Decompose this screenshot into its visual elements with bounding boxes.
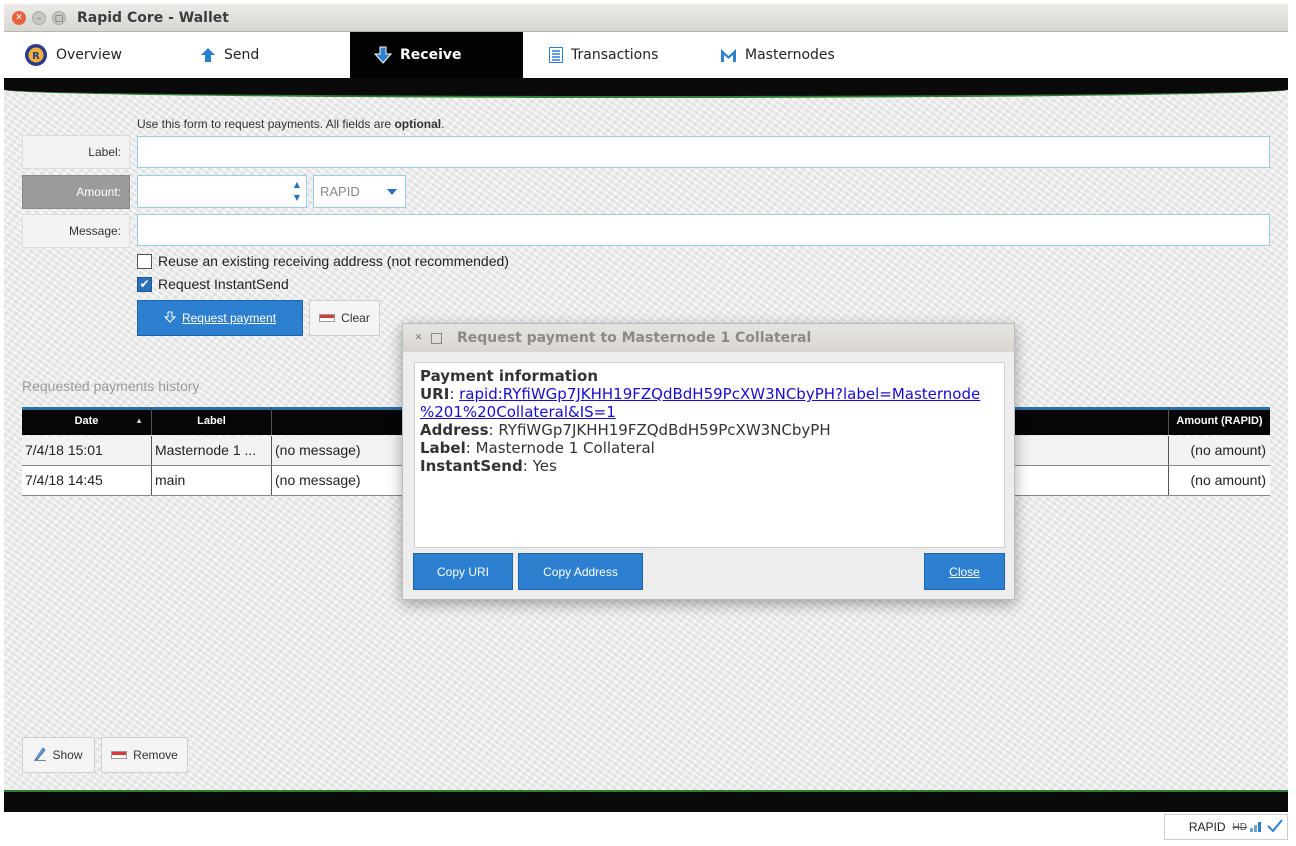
tab-receive[interactable]: Receive [350, 32, 523, 78]
list-icon [549, 47, 563, 63]
label-value: Masternode 1 Collateral [475, 439, 655, 457]
address-label: Address [420, 421, 489, 439]
arrow-down-icon [374, 46, 392, 64]
dialog-title: Request payment to Masternode 1 Collater… [457, 330, 812, 346]
label-label: Label [420, 439, 466, 457]
sort-ascending-icon: ▲ [135, 416, 143, 425]
history-title: Requested payments history [22, 378, 200, 394]
payment-request-dialog: ✕ Request payment to Masternode 1 Collat… [402, 323, 1015, 600]
chevron-down-icon [387, 189, 397, 195]
row-amount: (no amount) [1190, 442, 1266, 458]
window-minimize-button[interactable]: – [32, 11, 46, 25]
tab-send[interactable]: Send [200, 32, 350, 78]
row-label: Masternode 1 ... [152, 436, 272, 465]
row-label: main [152, 466, 272, 495]
clear-label: Clear [341, 311, 370, 325]
window-maximize-button[interactable]: □ [52, 11, 66, 25]
tab-transactions-label: Transactions [571, 47, 659, 63]
rapid-logo-icon: R [24, 43, 48, 67]
payment-info-box: Payment information URI: rapid:RYfiWGp7J… [414, 362, 1005, 548]
tab-overview-label: Overview [56, 47, 122, 63]
address-value: RYfiWGp7JKHH19FZQdBdH59PcXW3NCbyPH [498, 421, 831, 439]
copy-address-label: Copy Address [543, 564, 618, 579]
instantsend-label: Request InstantSend [158, 276, 289, 292]
arrow-up-icon [200, 47, 216, 63]
spin-down-icon[interactable]: ▼ [292, 191, 302, 204]
reuse-address-checkbox[interactable]: Reuse an existing receiving address (not… [137, 253, 509, 269]
instantsend-value: Yes [532, 457, 557, 475]
tab-receive-label: Receive [400, 47, 462, 63]
tab-masternodes[interactable]: Masternodes [720, 32, 880, 78]
label-field-label: Label: [22, 135, 130, 169]
instantsend-checkbox[interactable]: ✔ Request InstantSend [137, 276, 289, 292]
column-date[interactable]: Date ▲ [22, 407, 152, 435]
dialog-maximize-icon[interactable] [431, 333, 442, 344]
copy-address-button[interactable]: Copy Address [518, 553, 643, 590]
receive-arrow-icon [163, 311, 177, 326]
close-label: Close [949, 564, 980, 579]
amount-field-label: Amount: [22, 175, 130, 209]
request-payment-button[interactable]: Request payment [137, 300, 303, 336]
show-label: Show [52, 748, 83, 762]
svg-text:R: R [32, 51, 40, 62]
copy-uri-label: Copy URI [436, 564, 489, 579]
row-date: 7/4/18 15:01 [22, 436, 152, 465]
window-title: Rapid Core - Wallet [77, 10, 229, 26]
clear-button[interactable]: Clear [309, 300, 380, 336]
masternode-icon [720, 47, 737, 63]
checkbox-checked-icon[interactable]: ✔ [137, 276, 152, 292]
message-field-label: Message: [22, 214, 130, 248]
document-icon [34, 746, 47, 764]
show-button[interactable]: Show [22, 737, 95, 773]
row-date: 7/4/18 14:45 [22, 466, 152, 495]
tab-send-label: Send [224, 47, 260, 63]
column-label[interactable]: Label [152, 407, 272, 435]
checkbox-unchecked-icon[interactable] [137, 253, 152, 269]
reuse-address-label: Reuse an existing receiving address (not… [158, 253, 509, 269]
eraser-icon [111, 751, 128, 759]
hd-wallet-icon: HD [1232, 821, 1247, 833]
tab-transactions[interactable]: Transactions [549, 32, 709, 78]
status-indicators: RAPID HD [1164, 814, 1288, 840]
footer-band [4, 790, 1288, 812]
dialog-close-button[interactable]: Close [924, 553, 1005, 590]
status-unit[interactable]: RAPID [1189, 820, 1226, 834]
payment-uri-link[interactable]: rapid:RYfiWGp7JKHH19FZQdBdH59PcXW3NCbyPH… [459, 385, 980, 403]
amount-input[interactable]: ▲ ▼ [137, 175, 307, 208]
window-close-button[interactable]: ✕ [12, 11, 26, 25]
column-amount[interactable]: Amount (RAPID) [1169, 407, 1270, 435]
payment-info-heading: Payment information [420, 367, 599, 385]
tab-overview[interactable]: R Overview [24, 32, 194, 78]
uri-label: URI [420, 385, 450, 403]
network-signal-icon [1250, 820, 1264, 835]
window-titlebar: ✕ – □ Rapid Core - Wallet [4, 4, 1288, 32]
form-hint: Use this form to request payments. All f… [137, 117, 445, 131]
remove-label: Remove [133, 748, 178, 762]
request-payment-label: Request payment [181, 311, 277, 325]
copy-uri-button[interactable]: Copy URI [413, 553, 513, 590]
tab-masternodes-label: Masternodes [745, 47, 835, 63]
synced-check-icon [1267, 818, 1283, 836]
main-toolbar: R Overview Send Receive Transactions Mas… [4, 32, 1288, 78]
instantsend-info-label: InstantSend [420, 457, 523, 475]
row-amount: (no amount) [1190, 472, 1266, 488]
label-input[interactable] [137, 136, 1270, 168]
remove-button[interactable]: Remove [101, 737, 188, 773]
eraser-icon [319, 314, 336, 322]
dialog-titlebar: ✕ Request payment to Masternode 1 Collat… [403, 324, 1014, 352]
spin-up-icon[interactable]: ▲ [292, 178, 302, 191]
message-input[interactable] [137, 214, 1270, 246]
dialog-close-icon[interactable]: ✕ [413, 333, 424, 344]
amount-stepper[interactable]: ▲ ▼ [292, 178, 302, 204]
status-bar: RAPID HD [4, 812, 1288, 842]
header-band [4, 78, 1288, 98]
payment-uri-link-cont[interactable]: %201%20Collateral&IS=1 [420, 403, 616, 421]
unit-select[interactable]: RAPID [313, 175, 406, 208]
